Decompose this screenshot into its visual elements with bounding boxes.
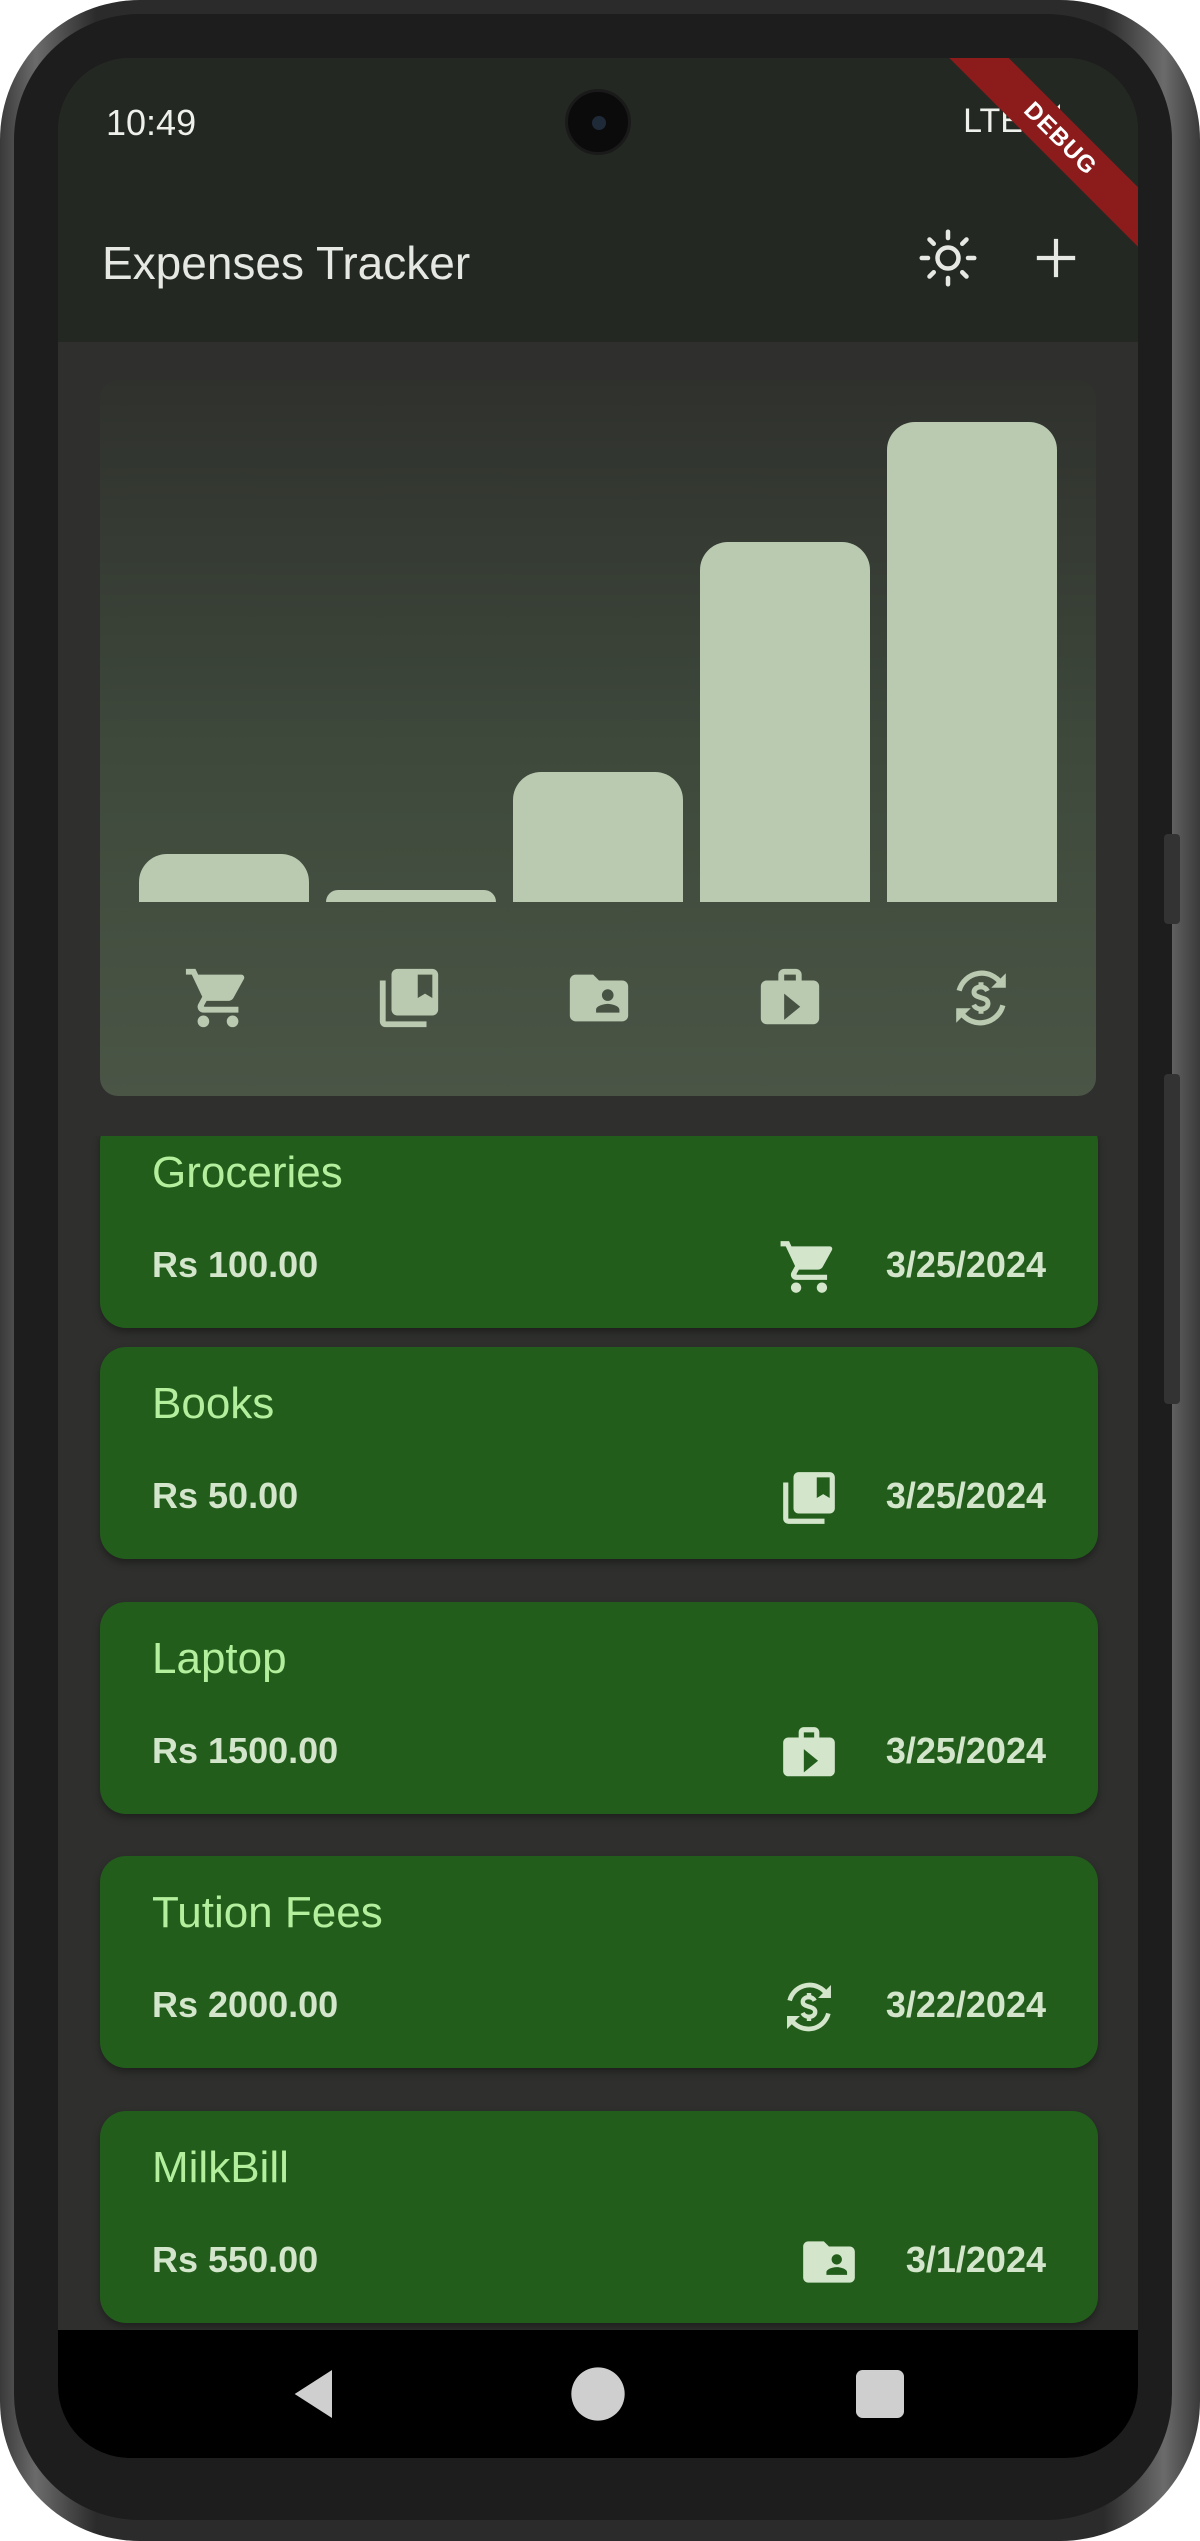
expense-amount: Rs 100.00 [152,1244,319,1285]
expense-title: MilkBill [152,2143,289,2192]
system-nav-bar [58,2330,1138,2458]
expense-card-laptop[interactable]: Laptop Rs 1500.00 3/25/2024 [100,1602,1098,1814]
expense-card-tution-fees[interactable]: Tution Fees Rs 2000.00 3/22/2024 [100,1856,1098,2068]
chart-bar-finance [887,422,1058,902]
expense-card-books[interactable]: Books Rs 50.00 3/25/2024 [100,1347,1098,1559]
chart-bar-travel [700,542,871,902]
work-icon [760,968,820,1025]
library-books-icon [379,968,439,1028]
folder-shared-icon [569,974,629,1022]
expense-date: 3/25/2024 [885,1244,1046,1285]
expense-date: 3/25/2024 [885,1730,1046,1771]
folder-shared-icon [803,2241,855,2283]
add-expense-button[interactable] [1016,218,1096,298]
expense-chart [100,380,1096,1096]
currency-exchange-icon [787,1982,831,2032]
expense-amount: Rs 550.00 [152,2239,319,2280]
chart-bar-food [138,854,309,902]
status-time: 10:49 [106,102,197,143]
expense-list[interactable]: Groceries Rs 100.00 3/25/2024 Books Rs 5… [58,1136,1138,2386]
expense-amount: Rs 2000.00 [152,1984,339,2025]
back-icon[interactable] [284,2362,348,2426]
expense-card-milkbill[interactable]: MilkBill Rs 550.00 3/1/2024 [100,2111,1098,2323]
brightness-icon [919,229,977,287]
add-icon [1036,238,1076,278]
chart-bar-work [513,772,683,902]
page-title: Expenses Tracker [102,237,471,289]
power-button [1164,1074,1180,1404]
work-icon [783,1727,835,1777]
library-books-icon [783,1472,835,1524]
front-camera [565,89,631,155]
expense-date: 3/22/2024 [885,1984,1046,2025]
expense-date: 3/25/2024 [885,1475,1046,1516]
theme-toggle-button[interactable] [908,218,988,298]
shopping-cart-icon [185,968,245,1028]
currency-exchange-icon [956,970,1006,1026]
recents-icon[interactable] [848,2362,912,2426]
screen: 10:49 LTE DEBUG Expenses Tracker Groceri… [58,58,1138,2458]
expense-date: 3/1/2024 [905,2239,1046,2280]
expense-amount: Rs 1500.00 [152,1730,339,1771]
expense-title: Laptop [152,1634,287,1683]
expense-title: Books [152,1379,275,1428]
volume-button [1164,834,1180,924]
expense-title: Groceries [152,1148,343,1197]
phone-frame: 10:49 LTE DEBUG Expenses Tracker Groceri… [0,0,1200,2541]
chart-bar-leisure [325,890,496,902]
shopping-cart-icon [780,1241,833,1293]
chart-bars [130,422,1066,902]
app-bar: 10:49 LTE DEBUG Expenses Tracker [58,58,1138,342]
home-icon[interactable] [566,2362,630,2426]
expense-card-groceries[interactable]: Groceries Rs 100.00 3/25/2024 [100,1136,1098,1328]
expense-amount: Rs 50.00 [152,1475,299,1516]
expense-title: Tution Fees [152,1888,383,1937]
